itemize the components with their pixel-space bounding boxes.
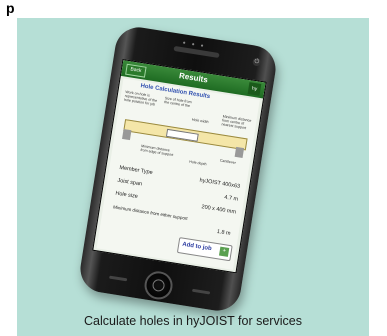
- right-button-mark: [191, 288, 211, 295]
- power-icon: ⏻: [252, 57, 262, 67]
- note-right: Minimum distance from centre of nearest …: [221, 114, 252, 131]
- row-value: hyJOIST 400x63: [199, 177, 241, 190]
- note-support: Minimum distance from edge of support: [140, 143, 174, 158]
- home-button[interactable]: [142, 269, 175, 302]
- row-label: Hole size: [114, 190, 139, 201]
- add-to-job-label: Add to job: [181, 241, 213, 253]
- row-label: Member Type: [118, 164, 154, 177]
- note-hole-depth: Hole depth: [188, 159, 207, 167]
- note-cantilever: Cantilever: [219, 158, 237, 165]
- results-content: Hole Calculation Results Work on hole is…: [96, 78, 260, 270]
- note-top: Size of hole from the centre of the: [163, 96, 192, 109]
- row-value: 200 x 400 mm: [200, 204, 237, 216]
- left-button-mark: [109, 275, 128, 282]
- add-icon: +: [218, 246, 230, 257]
- note-left: Work on hole is representative of the ho…: [123, 89, 158, 107]
- row-label: Joist span: [116, 177, 143, 188]
- phone-body: • • • ⏻ Back Results hy Hole Calculation…: [77, 23, 279, 315]
- right-support: [234, 146, 245, 158]
- app-logo-icon: hy: [247, 82, 262, 96]
- hole-shape: [165, 128, 199, 142]
- caption-text: Calculate holes in hyJOIST for services: [84, 314, 302, 328]
- left-support: [122, 128, 132, 141]
- image-panel: • • • ⏻ Back Results hy Hole Calculation…: [17, 18, 369, 336]
- row-value: 4.7 m: [223, 194, 239, 203]
- min-distance-value: 1.8 m: [216, 228, 231, 237]
- note-hole-width: Hole width: [191, 117, 209, 125]
- phone-mockup: • • • ⏻ Back Results hy Hole Calculation…: [77, 23, 279, 315]
- add-to-job-button[interactable]: Add to job +: [176, 237, 233, 262]
- phone-screen: Back Results hy Hole Calculation Results…: [92, 58, 267, 274]
- corner-mark: p: [6, 0, 15, 16]
